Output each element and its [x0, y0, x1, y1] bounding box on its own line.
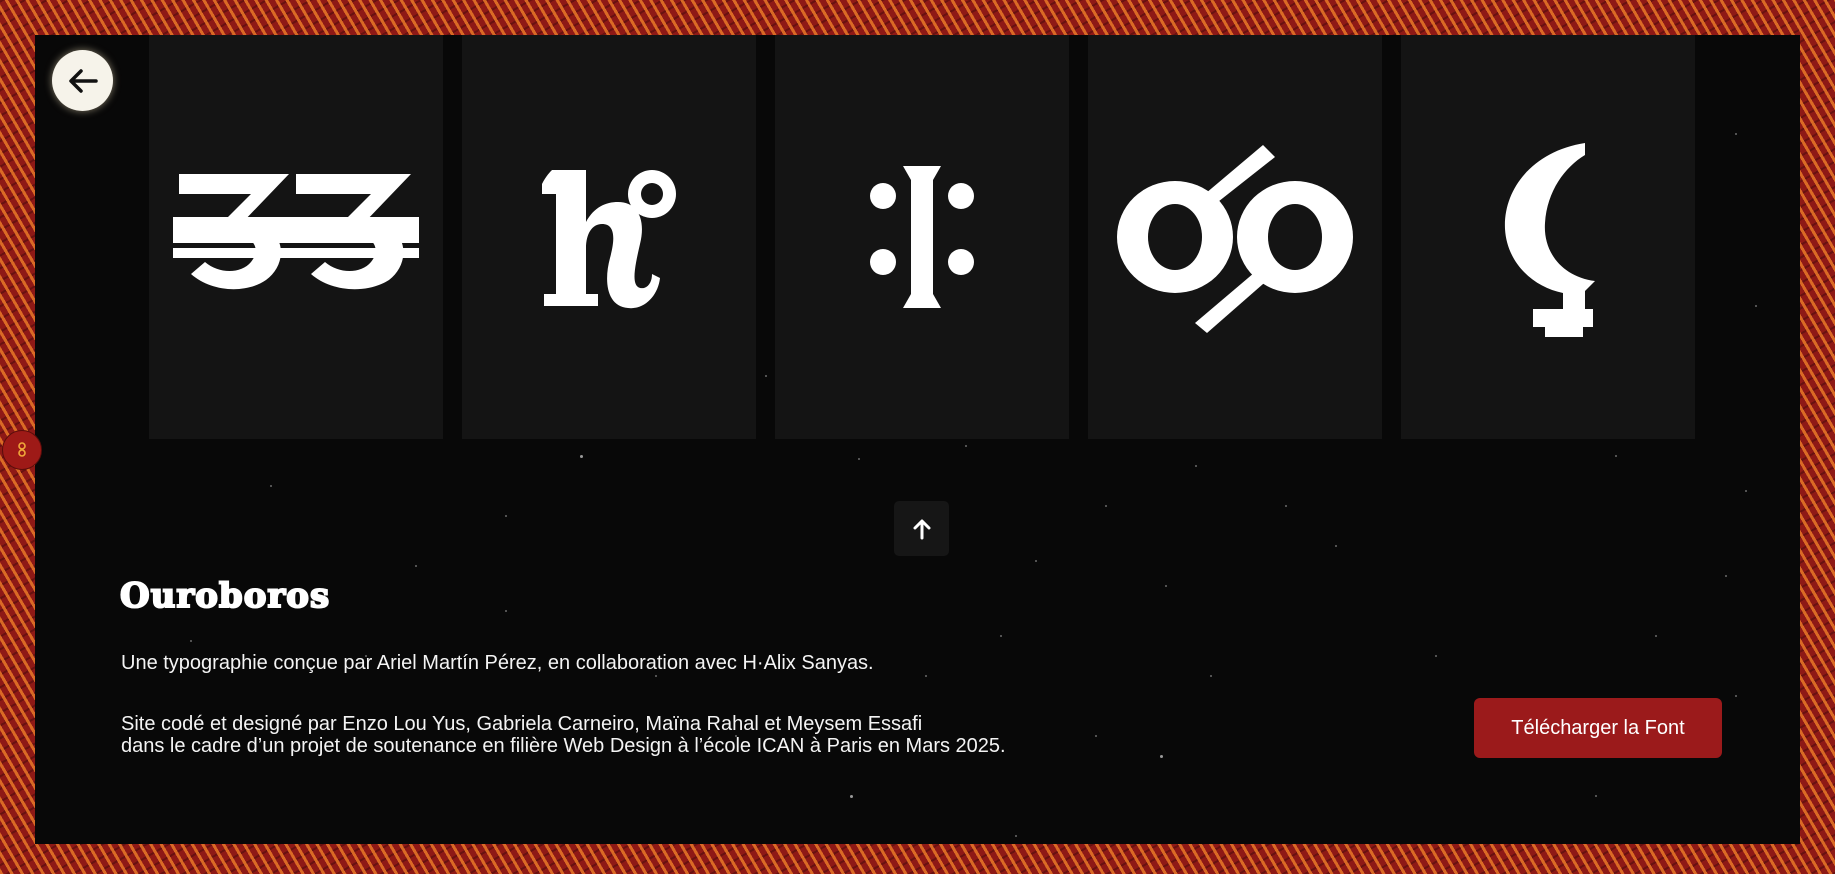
glyph-bar-with-four-dots	[870, 166, 974, 308]
side-marker[interactable]	[2, 430, 42, 470]
download-font-button[interactable]: Télécharger la Font	[1474, 698, 1722, 758]
glyph-card	[462, 35, 756, 439]
glyph-card	[1401, 35, 1695, 439]
site-credit-line1: Site codé et designé par Enzo Lou Yus, G…	[121, 713, 923, 735]
arrow-left-icon	[68, 68, 98, 93]
glyph-crescent-cross	[1504, 143, 1595, 337]
glyph-card	[149, 35, 443, 439]
back-button[interactable]	[52, 50, 113, 111]
site-credit-line2: dans le cadre d’un projet de soutenance …	[121, 735, 1006, 757]
glyph-double-three-crossed	[173, 174, 419, 290]
glyph-hook-with-circle	[542, 170, 676, 309]
glyph-card	[1088, 35, 1382, 439]
page-title-text: Ouroboros	[120, 576, 330, 616]
infinity-icon	[18, 442, 26, 457]
arrow-up-icon	[913, 519, 930, 539]
scroll-up-button[interactable]	[894, 501, 949, 556]
typeface-credit: Une typographie conçue par Ariel Martín …	[121, 652, 874, 674]
glyph-two-rings-slashed	[1117, 145, 1353, 333]
glyph-showcase	[35, 35, 1800, 439]
glyph-card	[775, 35, 1069, 439]
page-title: Ouroboros	[120, 575, 330, 616]
